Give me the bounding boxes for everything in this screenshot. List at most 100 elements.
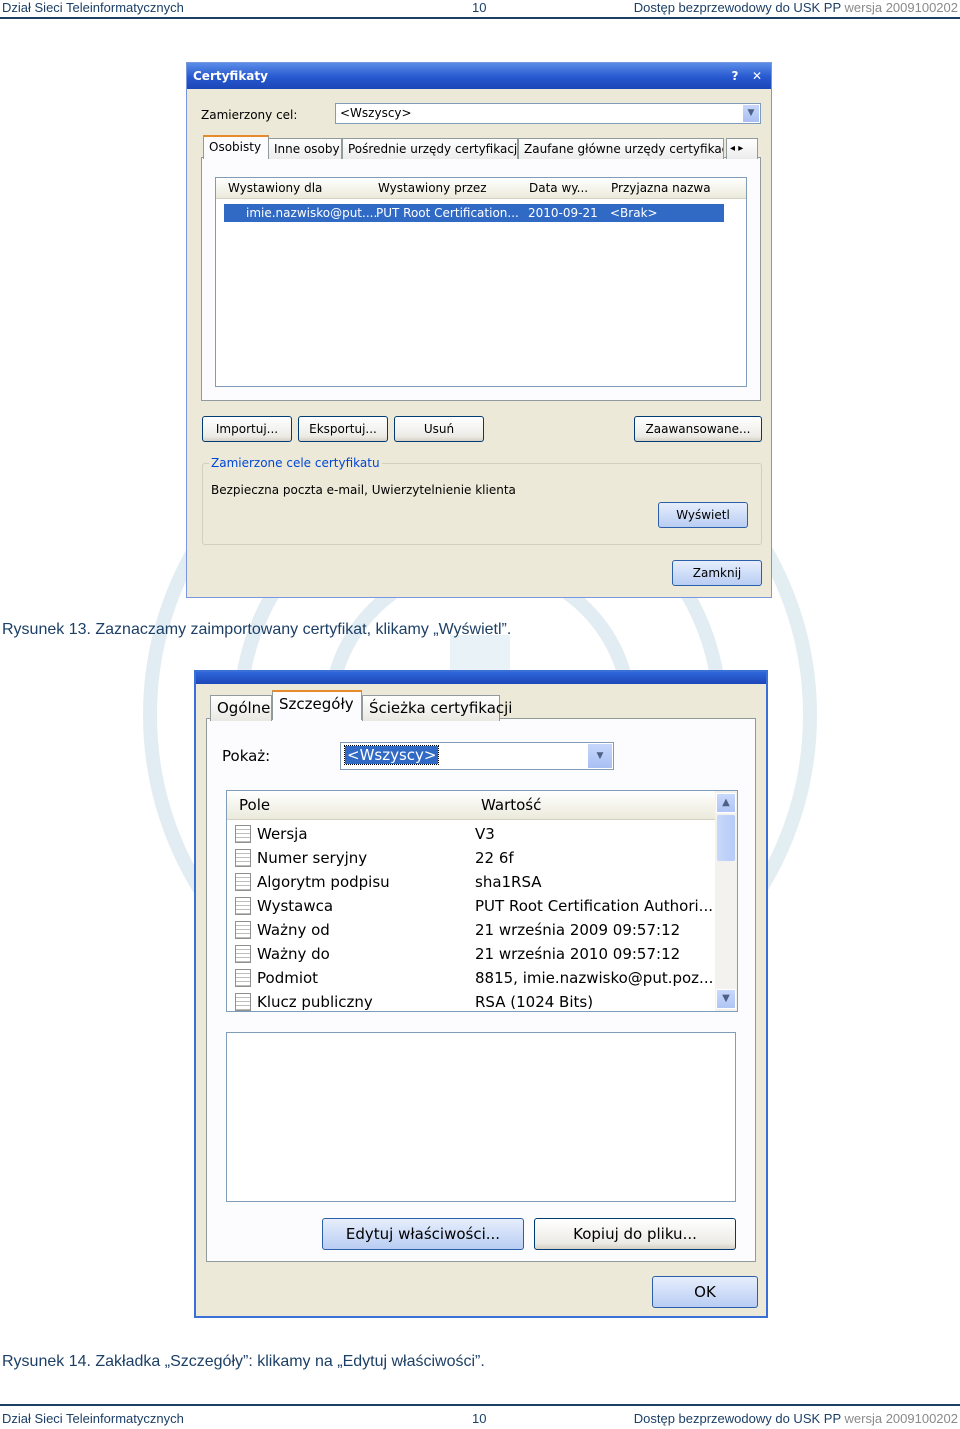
field-icon — [235, 897, 251, 915]
field-icon — [235, 825, 251, 843]
table-row[interactable]: Ważny od 21 września 2009 09:57:12 — [233, 919, 703, 943]
details-grid[interactable]: Pole Wartość Wersja V3 Numer seryjny 22 6f… — [226, 790, 738, 1012]
field-icon — [235, 945, 251, 963]
purpose-label: Zamierzony cel: — [201, 108, 298, 122]
purposes-group-label: Zamierzone cele certyfikatu — [209, 456, 382, 470]
details-scrollbar[interactable]: ▲ ▼ — [715, 791, 737, 1011]
field-icon — [235, 849, 251, 867]
field-name: Klucz publiczny — [257, 993, 373, 1011]
table-row[interactable]: Podmiot 8815, imie.nazwisko@put.poz... — [233, 967, 713, 991]
footer-department: Dział Sieci Teleinformatycznych — [2, 1411, 184, 1426]
field-value: V3 — [475, 825, 495, 843]
tab-inne-osoby[interactable]: Inne osoby — [268, 138, 342, 159]
chevron-down-icon[interactable]: ▼ — [588, 744, 612, 768]
field-value: 21 września 2010 09:57:12 — [475, 945, 681, 963]
field-name: Ważny od — [257, 921, 330, 939]
list-header: Wystawiony dla Wystawiony przez Data wy.… — [216, 178, 746, 199]
tab-scroll-buttons[interactable]: ◂ ▸ — [726, 138, 758, 159]
table-row[interactable]: Algorytm podpisu sha1RSA — [233, 871, 703, 895]
scroll-thumb[interactable] — [717, 815, 735, 861]
purpose-select-value: <Wszyscy> — [340, 106, 412, 120]
col-friendly-name[interactable]: Przyjazna nazwa — [611, 181, 711, 195]
col-issued-to[interactable]: Wystawiony dla — [228, 181, 322, 195]
field-value: 22 6f — [475, 849, 514, 867]
list-item[interactable]: imie.nazwisko@put.... PUT Root Certifica… — [224, 204, 724, 222]
tab-zaufane[interactable]: Zaufane główne urzędy certyfikacji — [518, 138, 724, 159]
field-value: RSA (1024 Bits) — [475, 993, 594, 1011]
certificate-list[interactable]: Wystawiony dla Wystawiony przez Data wy.… — [215, 177, 747, 387]
figure-2-caption: Rysunek 14. Zakładka „Szczegóły”: klikam… — [2, 1353, 485, 1370]
footer-page-number: 10 — [472, 1411, 487, 1426]
tab-posrednie[interactable]: Pośrednie urzędy certyfikacji — [342, 138, 521, 159]
footer-version: wersja 2009100202 — [844, 1411, 958, 1426]
dialog-title: Certyfikaty — [193, 69, 268, 83]
field-icon — [235, 969, 251, 987]
certificates-dialog: Certyfikaty ? ✕ Zamierzony cel: <Wszyscy… — [186, 62, 772, 598]
figure-1-caption: Rysunek 13. Zaznaczamy zaimportowany cer… — [2, 621, 512, 638]
export-button[interactable]: Eksportuj... — [298, 416, 388, 442]
field-name: Wystawca — [257, 897, 334, 915]
field-name: Numer seryjny — [257, 849, 368, 867]
dialog-titlebar: Certyfikaty ? ✕ — [187, 63, 771, 89]
col-expiry[interactable]: Data wy... — [529, 181, 588, 195]
table-row[interactable]: Numer seryjny 22 6f — [233, 847, 703, 871]
row-friendly-name: <Brak> — [610, 206, 658, 220]
import-button[interactable]: Importuj... — [202, 416, 292, 442]
view-button[interactable]: Wyświetl — [658, 502, 748, 528]
header-department: Dział Sieci Teleinformatycznych — [2, 0, 184, 15]
row-issued-by: PUT Root Certification... — [376, 206, 519, 220]
field-value: 21 września 2009 09:57:12 — [475, 921, 681, 939]
table-row[interactable]: Klucz publiczny RSA (1024 Bits) — [233, 991, 703, 1011]
col-value[interactable]: Wartość — [481, 796, 541, 814]
tab-szczegoly[interactable]: Szczegóły — [272, 690, 362, 720]
purposes-text: Bezpieczna poczta e-mail, Uwierzytelnien… — [211, 483, 516, 497]
dialog-titlebar — [196, 672, 766, 684]
show-select-value: <Wszyscy> — [343, 745, 440, 765]
footer-title: Dostęp bezprzewodowy do USK PP wersja 20… — [633, 1411, 958, 1426]
copy-to-file-button[interactable]: Kopiuj do pliku... — [534, 1218, 736, 1250]
field-icon — [235, 873, 251, 891]
ok-button[interactable]: OK — [652, 1276, 758, 1308]
field-value: sha1RSA — [475, 873, 542, 891]
chevron-down-icon[interactable]: ▼ — [743, 105, 759, 122]
scroll-down-icon[interactable]: ▼ — [716, 989, 736, 1009]
show-select[interactable]: <Wszyscy> ▼ — [340, 742, 614, 770]
scroll-up-icon[interactable]: ▲ — [716, 793, 736, 813]
header-rule — [0, 17, 960, 19]
field-name: Podmiot — [257, 969, 319, 987]
purpose-select[interactable]: <Wszyscy> ▼ — [335, 103, 761, 124]
table-row[interactable]: Ważny do 21 września 2010 09:57:12 — [233, 943, 703, 967]
show-label: Pokaż: — [222, 747, 271, 765]
col-issued-by[interactable]: Wystawiony przez — [378, 181, 487, 195]
header-page-number: 10 — [472, 0, 487, 15]
field-value-box[interactable] — [226, 1032, 736, 1202]
tab-osobisty[interactable]: Osobisty — [203, 135, 269, 159]
footer-rule — [0, 1404, 960, 1406]
field-icon — [235, 993, 251, 1011]
close-button[interactable]: Zamknij — [672, 560, 762, 586]
tab-sciezka[interactable]: Ścieżka certyfikacji — [362, 695, 512, 721]
table-row[interactable]: Wystawca PUT Root Certification Authori..… — [233, 895, 713, 919]
field-name: Wersja — [257, 825, 308, 843]
header-title: Dostęp bezprzewodowy do USK PP wersja 20… — [633, 0, 958, 15]
field-name: Algorytm podpisu — [257, 873, 390, 891]
field-value: PUT Root Certification Authori... — [475, 897, 713, 915]
edit-properties-button[interactable]: Edytuj właściwości... — [322, 1218, 524, 1250]
remove-button[interactable]: Usuń — [394, 416, 484, 442]
help-button[interactable]: ? — [727, 68, 743, 84]
grid-header: Pole Wartość — [227, 791, 737, 820]
tab-ogolne[interactable]: Ogólne — [210, 695, 272, 721]
header-version: wersja 2009100202 — [844, 0, 958, 15]
page-header: Dział Sieci Teleinformatycznych 10 Dostę… — [0, 0, 960, 18]
page-footer: Dział Sieci Teleinformatycznych 10 Dostę… — [0, 1411, 960, 1429]
field-icon — [235, 921, 251, 939]
table-row[interactable]: Wersja V3 — [233, 823, 703, 847]
row-issued-to: imie.nazwisko@put.... — [246, 206, 378, 220]
col-field[interactable]: Pole — [239, 796, 270, 814]
certificate-details-dialog: Ogólne Szczegóły Ścieżka certyfikacji Po… — [194, 670, 768, 1318]
row-expiry: 2010-09-21 — [528, 206, 598, 220]
field-value: 8815, imie.nazwisko@put.poz... — [475, 969, 714, 987]
close-icon[interactable]: ✕ — [749, 68, 765, 84]
field-name: Ważny do — [257, 945, 330, 963]
advanced-button[interactable]: Zaawansowane... — [634, 416, 762, 442]
